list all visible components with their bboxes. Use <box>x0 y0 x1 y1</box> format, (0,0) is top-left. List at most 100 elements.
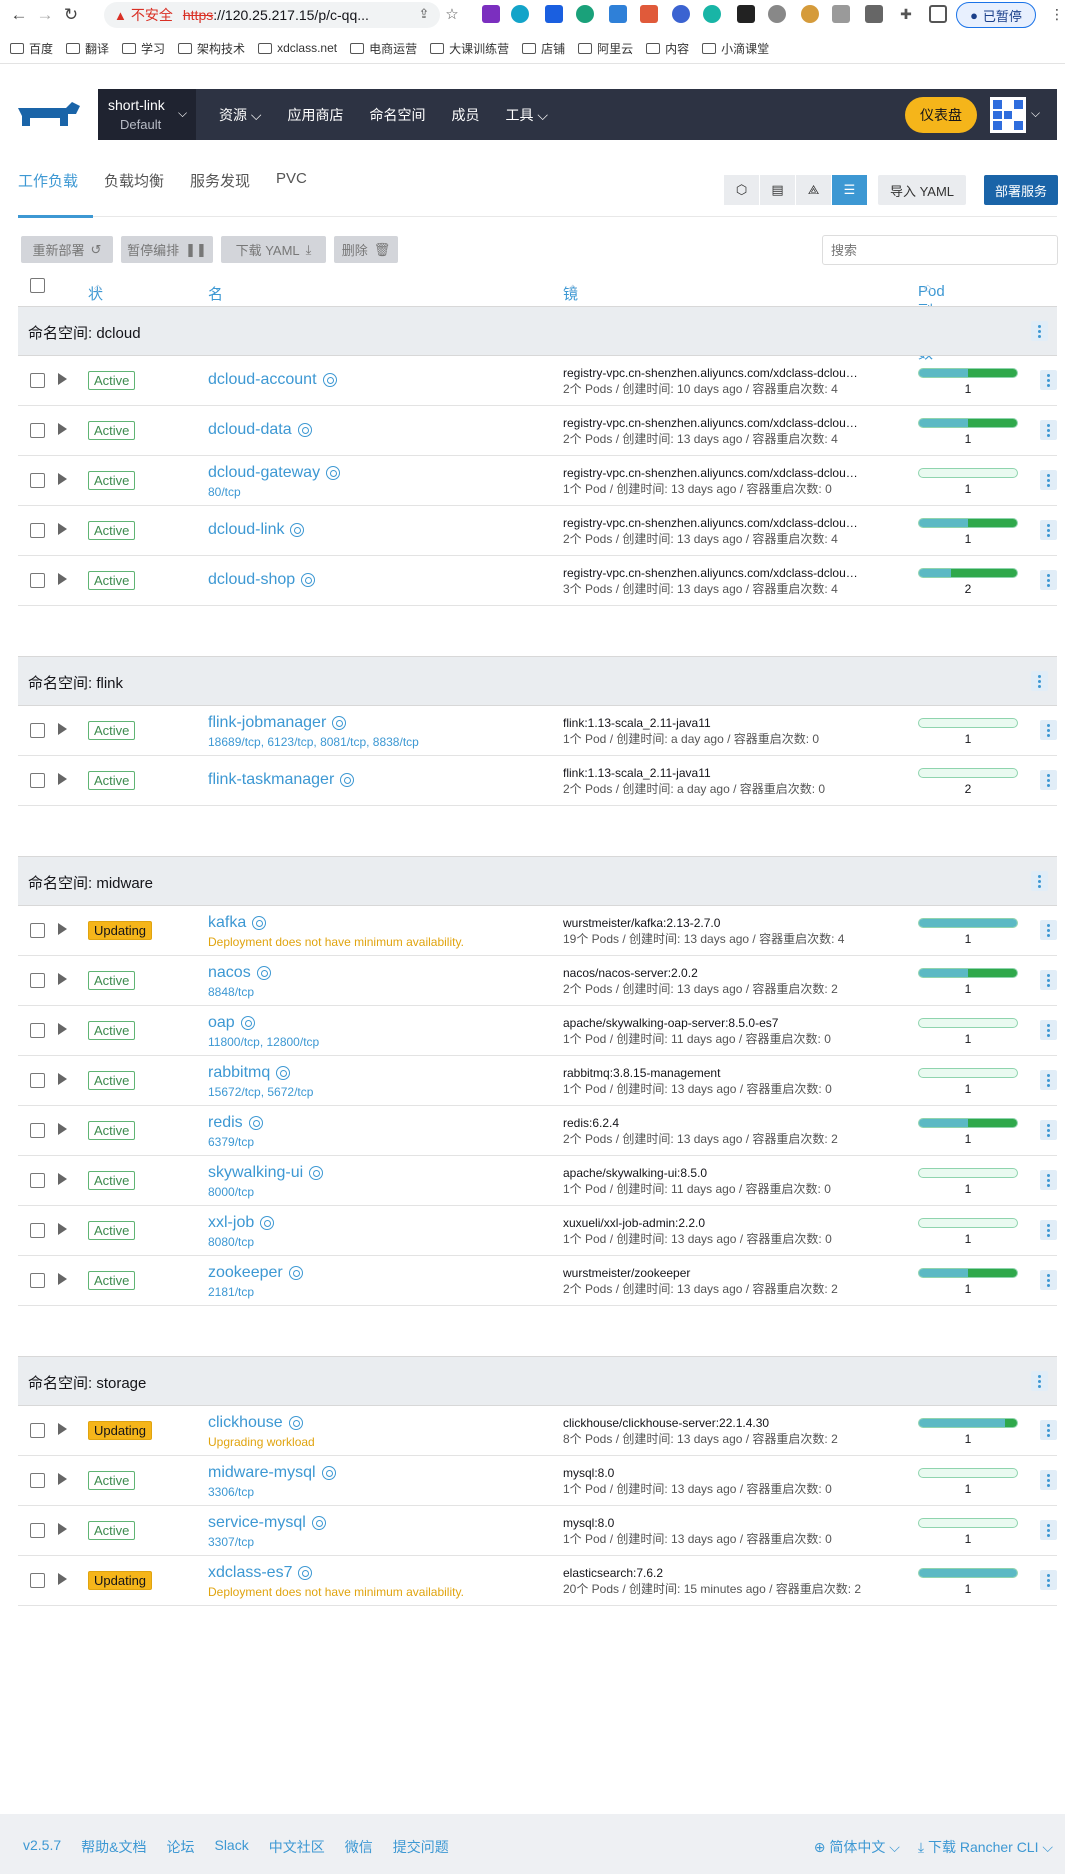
view-group-icon[interactable]: ⟁ <box>796 175 832 205</box>
workload-name[interactable]: redis <box>208 1114 243 1132</box>
workload-name-link[interactable]: dcloud-account <box>208 371 337 389</box>
workload-name[interactable]: kafka <box>208 914 246 932</box>
address-bar[interactable]: ▲ 不安全 https ://120.25.217.15/p/c-qq... <box>104 2 440 28</box>
footer-link[interactable]: 微信 <box>345 1837 373 1857</box>
nav-catalog[interactable]: 应用商店 <box>275 105 357 125</box>
row-actions-menu[interactable] <box>1040 1420 1057 1440</box>
row-actions-menu[interactable] <box>1040 1570 1057 1590</box>
footer-link[interactable]: 中文社区 <box>269 1837 325 1857</box>
expand-toggle-icon[interactable] <box>58 923 67 935</box>
port-links[interactable]: 3306/tcp <box>208 1485 254 1499</box>
workload-name-link[interactable]: dcloud-data <box>208 421 312 439</box>
import-yaml-button[interactable]: 导入 YAML <box>878 175 966 205</box>
expand-toggle-icon[interactable] <box>58 1173 67 1185</box>
row-actions-menu[interactable] <box>1040 920 1057 940</box>
menu-icon[interactable]: ⋮ <box>1048 5 1065 23</box>
workload-name[interactable]: flink-jobmanager <box>208 714 326 732</box>
workload-name[interactable]: skywalking-ui <box>208 1164 303 1182</box>
extension-icon[interactable] <box>703 5 721 23</box>
select-all-checkbox[interactable] <box>30 278 45 293</box>
expand-toggle-icon[interactable] <box>58 473 67 485</box>
bookmark-star-icon[interactable]: ☆ <box>443 5 461 23</box>
row-checkbox[interactable] <box>30 523 45 538</box>
row-checkbox[interactable] <box>30 1173 45 1188</box>
footer-link[interactable]: Slack <box>214 1837 248 1857</box>
row-actions-menu[interactable] <box>1040 470 1057 490</box>
bookmark-item[interactable]: 内容 <box>646 40 689 57</box>
row-checkbox[interactable] <box>30 1073 45 1088</box>
row-checkbox[interactable] <box>30 1123 45 1138</box>
footer-link[interactable]: 帮助&文档 <box>81 1837 146 1857</box>
expand-toggle-icon[interactable] <box>58 1073 67 1085</box>
pause-button[interactable]: 暂停编排 ❚❚ <box>121 236 213 263</box>
workload-name[interactable]: dcloud-account <box>208 371 317 389</box>
expand-toggle-icon[interactable] <box>58 1523 67 1535</box>
extension-icon[interactable] <box>672 5 690 23</box>
workload-name-link[interactable]: rabbitmq <box>208 1064 291 1082</box>
bookmark-item[interactable]: 大课训练营 <box>430 40 509 57</box>
row-actions-menu[interactable] <box>1031 671 1048 691</box>
port-links[interactable]: 8848/tcp <box>208 985 254 999</box>
expand-toggle-icon[interactable] <box>58 723 67 735</box>
workload-name-link[interactable]: xdclass-es7 <box>208 1564 313 1582</box>
row-actions-menu[interactable] <box>1031 321 1048 341</box>
row-actions-menu[interactable] <box>1040 520 1057 540</box>
bookmark-item[interactable]: xdclass.net <box>258 41 337 55</box>
bookmark-item[interactable]: 阿里云 <box>578 40 633 57</box>
workload-name-link[interactable]: xxl-job <box>208 1214 275 1232</box>
expand-toggle-icon[interactable] <box>58 773 67 785</box>
tab-load-balancing[interactable]: 负载均衡 <box>104 170 164 191</box>
puzzle-icon[interactable]: ✚ <box>897 5 915 23</box>
port-links[interactable]: 8080/tcp <box>208 1235 254 1249</box>
view-list-icon[interactable]: ▤ <box>760 175 796 205</box>
bookmark-item[interactable]: 小滴课堂 <box>702 40 769 57</box>
row-actions-menu[interactable] <box>1040 1220 1057 1240</box>
row-checkbox[interactable] <box>30 1223 45 1238</box>
share-icon[interactable]: ⇪ <box>415 5 433 23</box>
view-node-icon[interactable]: ⬡ <box>724 175 760 205</box>
row-actions-menu[interactable] <box>1040 1270 1057 1290</box>
workload-name[interactable]: midware-mysql <box>208 1464 316 1482</box>
row-actions-menu[interactable] <box>1040 1020 1057 1040</box>
expand-toggle-icon[interactable] <box>58 373 67 385</box>
chevron-down-icon[interactable]: ⌵ <box>1031 106 1040 121</box>
delete-button[interactable]: 删除 🗑 <box>334 236 398 263</box>
footer-link[interactable]: 论坛 <box>166 1837 194 1857</box>
tab-service-discovery[interactable]: 服务发现 <box>190 170 250 191</box>
row-checkbox[interactable] <box>30 1473 45 1488</box>
port-links[interactable]: 2181/tcp <box>208 1285 254 1299</box>
cluster-selector[interactable]: short-link Default ⌵ <box>98 89 196 140</box>
reload-icon[interactable]: ↻ <box>58 2 84 28</box>
row-actions-menu[interactable] <box>1040 570 1057 590</box>
port-links[interactable]: 3307/tcp <box>208 1535 254 1549</box>
row-checkbox[interactable] <box>30 573 45 588</box>
expand-toggle-icon[interactable] <box>58 1023 67 1035</box>
workload-name[interactable]: dcloud-link <box>208 521 284 539</box>
row-actions-menu[interactable] <box>1040 1170 1057 1190</box>
bookmark-item[interactable]: 百度 <box>10 40 53 57</box>
row-checkbox[interactable] <box>30 923 45 938</box>
deploy-button[interactable]: 部署服务 <box>984 175 1058 205</box>
tab-pvc[interactable]: PVC <box>276 170 307 191</box>
workload-name[interactable]: oap <box>208 1014 235 1032</box>
tab-workloads[interactable]: 工作负载 <box>18 170 78 191</box>
extension-icon[interactable] <box>640 5 658 23</box>
extension-icon[interactable] <box>801 5 819 23</box>
expand-toggle-icon[interactable] <box>58 573 67 585</box>
bookmark-item[interactable]: 店铺 <box>522 40 565 57</box>
port-links[interactable]: 11800/tcp, 12800/tcp <box>208 1035 319 1049</box>
workload-name-link[interactable]: clickhouse <box>208 1414 303 1432</box>
extension-icon[interactable] <box>511 5 529 23</box>
footer-link[interactable]: 提交问题 <box>393 1837 449 1857</box>
row-actions-menu[interactable] <box>1040 970 1057 990</box>
view-namespace-icon[interactable]: ☰ <box>832 175 868 205</box>
avatar[interactable] <box>990 97 1026 133</box>
row-actions-menu[interactable] <box>1040 1520 1057 1540</box>
nav-resources[interactable]: 资源 ⌵ <box>206 105 275 125</box>
nav-namespaces[interactable]: 命名空间 <box>357 105 439 125</box>
port-links[interactable]: 80/tcp <box>208 485 241 499</box>
workload-name-link[interactable]: flink-jobmanager <box>208 714 347 732</box>
forward-icon[interactable]: → <box>32 2 58 28</box>
workload-name-link[interactable]: dcloud-shop <box>208 571 316 589</box>
port-links[interactable]: 18689/tcp, 6123/tcp, 8081/tcp, 8838/tcp <box>208 735 419 749</box>
